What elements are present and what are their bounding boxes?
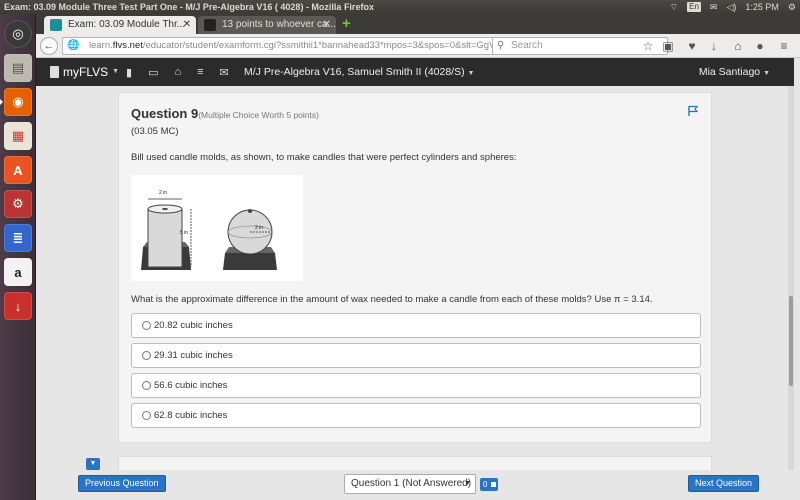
user-name: Mia Santiago xyxy=(698,66,761,78)
close-tab-icon[interactable]: ✕ xyxy=(323,16,331,33)
menu-icon[interactable]: ≡ xyxy=(776,38,792,54)
list-icon[interactable]: ≡ xyxy=(197,66,203,78)
exam-footer: Previous Question Question 1 (Not Answer… xyxy=(36,470,794,500)
amazon-icon[interactable]: a xyxy=(4,258,32,286)
flvs-favicon-icon xyxy=(50,19,62,31)
radius-label: 2 in xyxy=(255,225,263,231)
logo-text: myFLVS xyxy=(63,65,109,79)
writer-icon[interactable]: ≣ xyxy=(4,224,32,252)
inbox-icon[interactable]: ▭ xyxy=(148,66,158,79)
chevron-down-icon: ▼ xyxy=(464,480,471,487)
update-manager-icon[interactable]: ↓ xyxy=(4,292,32,320)
diameter-label: 2 in xyxy=(159,190,167,196)
course-label: M/J Pre-Algebra V16, Samuel Smith II (40… xyxy=(244,66,465,78)
book-icon[interactable]: ▮ xyxy=(126,66,132,79)
flvs-nav-bar: myFLVS ▼ ▮ ▭ ⌂ ≡ ✉ M/J Pre-Algebra V16, … xyxy=(36,58,794,86)
next-question-button[interactable]: Next Question xyxy=(688,475,760,492)
firefox-icon[interactable]: ◉ xyxy=(0,88,32,116)
answer-option-label: 20.82 cubic inches xyxy=(154,320,233,331)
pocket-icon[interactable]: ♥ xyxy=(684,38,700,54)
search-placeholder: Search xyxy=(511,40,543,51)
url-host: flvs.net xyxy=(112,40,143,51)
scrollbar-thumb[interactable] xyxy=(789,296,793,386)
height-label: 5 in xyxy=(180,230,188,236)
volume-icon[interactable]: ◁) xyxy=(726,0,736,14)
browser-tab-bar: Exam: 03.09 Module Thr... ✕ 13 points to… xyxy=(36,14,800,34)
tab-label: 13 points to whoever ca... xyxy=(222,19,336,30)
search-icon: ⚲ xyxy=(497,40,505,51)
answer-option[interactable]: 29.31 cubic inches xyxy=(131,343,701,368)
chevron-down-icon: ▼ xyxy=(467,70,475,77)
page-content: myFLVS ▼ ▮ ▭ ⌂ ≡ ✉ M/J Pre-Algebra V16, … xyxy=(36,58,794,500)
radio-button[interactable] xyxy=(142,411,151,420)
flagged-count-badge[interactable]: 0 xyxy=(480,478,498,491)
flag-icon[interactable] xyxy=(687,105,699,117)
question-select-value: Question 1 (Not Answered) xyxy=(351,478,472,489)
browser-nav-bar: ← 🌐 learn.flvs.net/educator/student/exam… xyxy=(36,34,800,58)
brainly-favicon-icon xyxy=(204,19,216,31)
unity-launcher: ◎ ▤ ◉ ▦ A ⚙ ≣ a ↓ xyxy=(0,14,36,500)
system-top-panel: Exam: 03.09 Module Three Test Part One -… xyxy=(0,0,800,14)
user-menu[interactable]: Mia Santiago ▼ xyxy=(699,58,770,88)
url-prefix: learn. xyxy=(89,40,113,51)
question-number: Question 9 xyxy=(131,106,199,121)
question-select[interactable]: Question 1 (Not Answered) ▼ xyxy=(344,474,476,494)
flagged-count: 0 xyxy=(483,480,488,489)
home-icon[interactable]: ⌂ xyxy=(174,66,181,78)
bookmark-star-icon[interactable]: ☆ xyxy=(640,38,656,54)
home-icon[interactable]: ⌂ xyxy=(730,38,746,54)
flvs-nav-icons: ▮ ▭ ⌂ ≡ ✉ xyxy=(126,58,229,86)
clock[interactable]: 1:25 PM xyxy=(745,0,779,14)
previous-question-button[interactable]: Previous Question xyxy=(78,475,166,492)
answer-option-label: 56.6 cubic inches xyxy=(154,380,228,391)
radio-button[interactable] xyxy=(142,351,151,360)
power-icon[interactable]: ⚙ xyxy=(788,0,796,14)
flvs-logo-icon xyxy=(50,66,59,78)
question-title: Question 9(Multiple Choice Worth 5 point… xyxy=(131,106,319,121)
course-selector[interactable]: M/J Pre-Algebra V16, Samuel Smith II (40… xyxy=(244,58,474,88)
answer-option[interactable]: 62.8 cubic inches xyxy=(131,403,701,428)
url-bar[interactable]: 🌐 learn.flvs.net/educator/student/examfo… xyxy=(62,37,532,55)
site-identity-icon[interactable]: 🌐 xyxy=(67,38,79,54)
downloads-icon[interactable]: ↓ xyxy=(706,38,722,54)
tab-brainly[interactable]: 13 points to whoever ca... ✕ xyxy=(198,16,336,34)
window-title: Exam: 03.09 Module Three Test Part One -… xyxy=(4,2,374,12)
question-card: Question 9(Multiple Choice Worth 5 point… xyxy=(118,92,712,443)
question-code: (03.05 MC) xyxy=(131,126,179,137)
system-tray: ⌔ En ✉ ◁) 1:25 PM ⚙ xyxy=(670,0,796,14)
url-path: /educator/student/examform.cgi?ssmithii1… xyxy=(142,40,501,51)
radio-button[interactable] xyxy=(142,381,151,390)
answer-option-label: 29.31 cubic inches xyxy=(154,350,233,361)
expand-toggle-icon[interactable]: ▼ xyxy=(86,458,100,470)
answer-option[interactable]: 56.6 cubic inches xyxy=(131,373,701,398)
close-tab-icon[interactable]: ✕ xyxy=(183,16,191,33)
dash-home-icon[interactable]: ◎ xyxy=(4,20,32,48)
myflvs-logo[interactable]: myFLVS ▼ xyxy=(50,58,119,86)
mail-icon[interactable]: ✉ xyxy=(710,0,718,14)
chevron-down-icon: ▼ xyxy=(763,70,770,77)
candle-molds-figure: 2 in 5 in 2 in xyxy=(131,175,303,281)
back-arrow-icon[interactable]: ← xyxy=(40,37,58,55)
tab-label: Exam: 03.09 Module Thr... xyxy=(68,19,186,30)
impress-icon[interactable]: ▦ xyxy=(4,122,32,150)
answer-option[interactable]: 20.82 cubic inches xyxy=(131,313,701,338)
reading-list-icon[interactable]: ▣ xyxy=(660,38,676,54)
software-center-icon[interactable]: A xyxy=(4,156,32,184)
mail-icon[interactable]: ✉ xyxy=(220,66,229,79)
files-icon[interactable]: ▤ xyxy=(4,54,32,82)
question-worth: (Multiple Choice Worth 5 points) xyxy=(198,110,319,120)
new-tab-plus-icon[interactable]: + xyxy=(342,15,351,33)
keyboard-layout-indicator[interactable]: En xyxy=(687,2,701,12)
page-scrollbar[interactable] xyxy=(788,86,794,500)
question-prompt: Bill used candle molds, as shown, to mak… xyxy=(131,152,517,163)
system-settings-icon[interactable]: ⚙ xyxy=(4,190,32,218)
tab-exam[interactable]: Exam: 03.09 Module Thr... ✕ xyxy=(44,16,196,34)
candle-molds-image: 2 in 5 in 2 in xyxy=(141,190,277,270)
question-text: What is the approximate difference in th… xyxy=(131,294,653,305)
chevron-down-icon: ▼ xyxy=(112,68,120,75)
wifi-icon[interactable]: ⌔ xyxy=(670,0,678,14)
answer-option-label: 62.8 cubic inches xyxy=(154,410,228,421)
radio-button[interactable] xyxy=(142,321,151,330)
chat-icon[interactable]: ● xyxy=(752,38,768,54)
